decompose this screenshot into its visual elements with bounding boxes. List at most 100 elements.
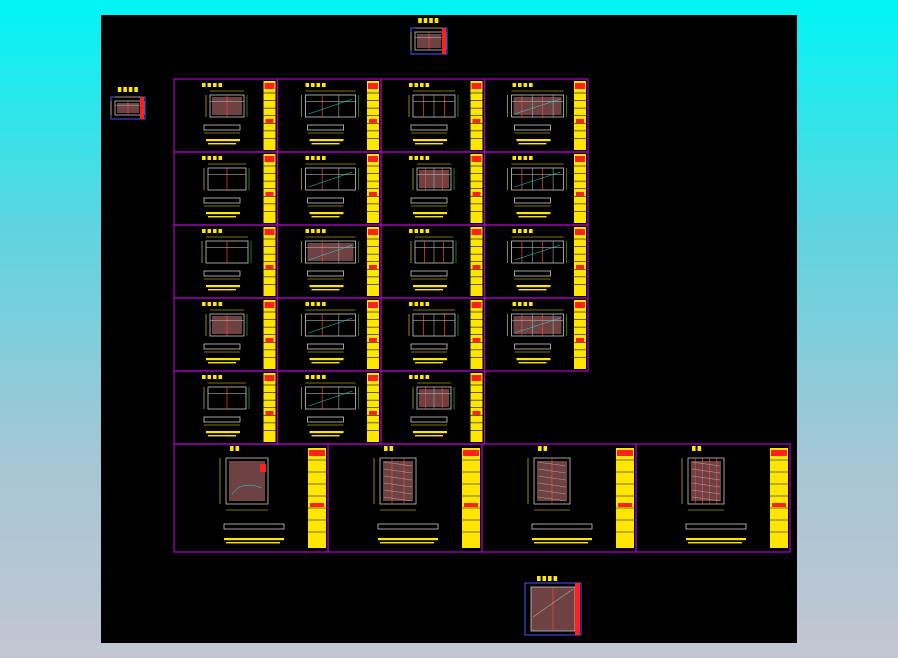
title-block-logo xyxy=(368,156,378,162)
plan-strip xyxy=(307,270,344,277)
title-glyph xyxy=(202,156,206,160)
drawing-sheet-cell xyxy=(276,297,382,372)
plan-strip xyxy=(203,270,241,277)
title-glyph xyxy=(429,18,433,23)
title-glyph xyxy=(207,156,212,160)
title-glyph xyxy=(322,229,326,233)
caption-bar xyxy=(413,139,447,142)
title-block-logo xyxy=(368,302,378,308)
title-glyph xyxy=(218,229,223,233)
title-glyph xyxy=(218,302,223,306)
title-block xyxy=(770,448,788,548)
cad-drawing-svg xyxy=(110,18,791,636)
title-glyph xyxy=(423,18,428,23)
caption-bar xyxy=(516,139,551,142)
caption-underline xyxy=(311,143,340,145)
elevation-diag xyxy=(514,171,561,188)
title-block-logo xyxy=(575,302,585,308)
title-glyph xyxy=(305,156,310,160)
title-block-logo xyxy=(471,302,482,308)
elevation-outline xyxy=(511,167,564,191)
title-block-logo xyxy=(463,450,479,456)
title-block-mark xyxy=(472,264,481,269)
title-glyph xyxy=(305,375,310,379)
title-glyph xyxy=(305,83,310,87)
title-block-logo xyxy=(575,156,585,162)
plan-strip xyxy=(203,197,241,204)
title-block-logo xyxy=(771,450,787,456)
title-glyph xyxy=(518,229,522,233)
title-block-mark xyxy=(472,118,481,123)
drawing-sheet-cell xyxy=(380,224,486,299)
plan-strip xyxy=(223,523,285,530)
title-glyph xyxy=(414,156,419,160)
title-glyph xyxy=(311,375,315,379)
caption-bar xyxy=(378,538,438,541)
title-glyph xyxy=(697,446,702,451)
title-block-logo xyxy=(264,229,275,235)
title-block-logo xyxy=(264,83,275,89)
drawing-sheet-cell xyxy=(173,370,279,445)
caption-underline xyxy=(518,362,547,364)
plan-strip xyxy=(514,343,551,350)
title-block-mark xyxy=(369,264,377,269)
drawing-sheet-cell xyxy=(173,151,279,226)
plan-strip xyxy=(531,523,593,530)
plan-strip xyxy=(377,523,439,530)
title-glyph xyxy=(420,229,424,233)
caption-underline xyxy=(208,289,236,291)
title-glyph xyxy=(134,87,138,92)
title-block-logo xyxy=(368,375,378,381)
bottom-sheet xyxy=(524,576,582,636)
drawing-sheet-cell xyxy=(483,224,589,299)
caption-bar xyxy=(413,431,447,434)
title-glyph xyxy=(316,229,321,233)
elevation-diag xyxy=(514,244,561,261)
title-glyph xyxy=(518,302,522,306)
title-block-mark xyxy=(369,118,377,123)
caption-bar xyxy=(516,358,551,361)
sheet-edge-mark xyxy=(575,583,580,635)
drawing-sheet-cell xyxy=(173,78,279,153)
title-glyph xyxy=(420,156,424,160)
drawing-sheet-cell xyxy=(173,224,279,299)
title-glyph xyxy=(512,156,517,160)
plan-strip xyxy=(203,124,241,131)
drawing-sheet-cell xyxy=(276,224,382,299)
caption-underline xyxy=(311,216,340,218)
caption-bar xyxy=(309,212,344,215)
title-glyph xyxy=(213,83,217,87)
title-block-mark xyxy=(464,503,478,507)
drawing-sheet-cell xyxy=(380,151,486,226)
title-block-mark xyxy=(265,118,274,123)
title-glyph xyxy=(414,229,419,233)
title-block-logo xyxy=(471,156,482,162)
title-glyph xyxy=(316,156,321,160)
title-block xyxy=(616,448,634,548)
caption-bar xyxy=(686,538,746,541)
elevation-diag xyxy=(308,171,353,188)
caption-bar xyxy=(206,139,240,142)
title-glyph xyxy=(523,156,528,160)
plan-strip xyxy=(307,197,344,204)
title-glyph xyxy=(548,576,552,581)
caption-underline xyxy=(208,435,236,437)
title-glyph xyxy=(425,83,430,87)
title-glyph xyxy=(414,83,419,87)
caption-bar xyxy=(206,431,240,434)
title-glyph xyxy=(316,83,321,87)
caption-bar xyxy=(413,285,447,288)
title-block-mark xyxy=(472,191,481,196)
title-block-mark xyxy=(576,337,584,342)
cad-drawing-canvas[interactable] xyxy=(101,15,797,643)
title-block xyxy=(462,448,480,548)
title-block-mark xyxy=(310,503,324,507)
elevation-fill xyxy=(513,97,562,115)
elevation-outline xyxy=(305,386,356,410)
large-drawing-sheet-cell xyxy=(173,443,329,553)
elevation-fill xyxy=(229,461,265,501)
caption-underline xyxy=(311,435,340,437)
title-block-mark xyxy=(265,264,274,269)
title-glyph xyxy=(692,446,696,451)
title-block-logo xyxy=(309,450,325,456)
